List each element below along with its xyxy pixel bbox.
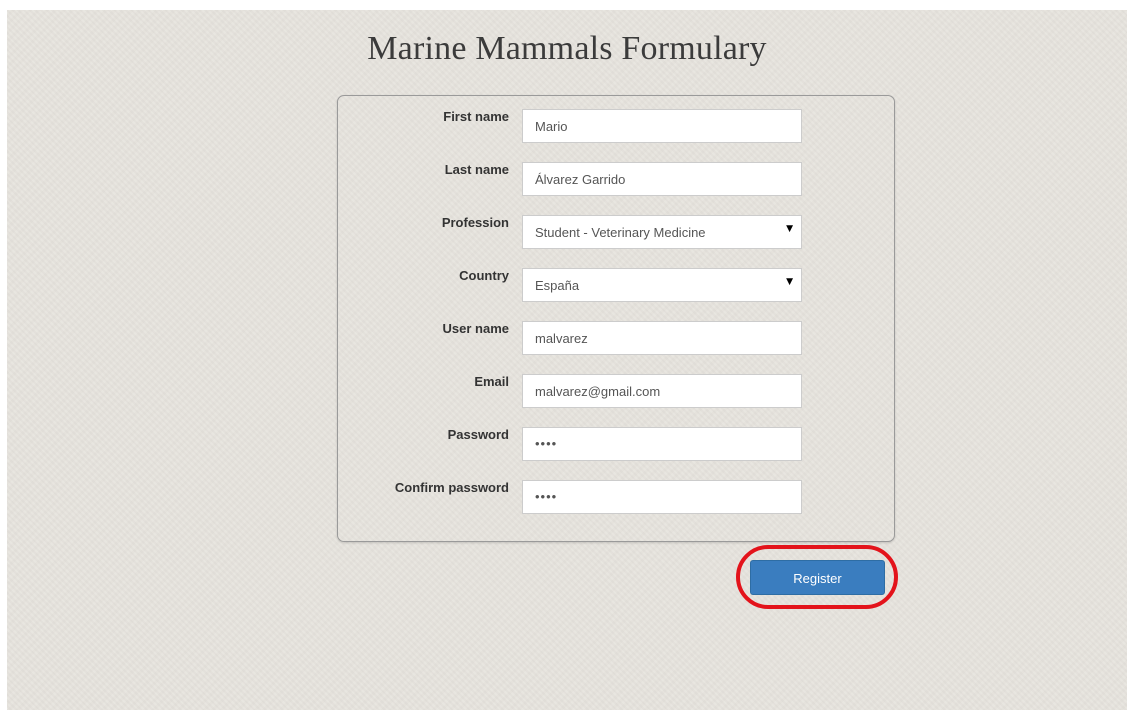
form-row-last-name: Last name Álvarez Garrido [338,162,894,198]
page-title: Marine Mammals Formulary [367,30,767,67]
form-row-confirm-password: Confirm password •••• [338,480,894,516]
last-name-input[interactable]: Álvarez Garrido [522,162,802,196]
last-name-label: Last name [444,162,509,177]
page-background: Marine Mammals Formulary First name Mari… [7,10,1127,710]
profession-selected-value: Student - Veterinary Medicine [535,225,706,240]
first-name-input[interactable]: Mario [522,109,802,143]
profession-select[interactable]: Student - Veterinary Medicine ▼ [522,215,802,249]
confirm-password-label: Confirm password [394,480,509,495]
country-select[interactable]: España ▼ [522,268,802,302]
email-label: Email [474,374,509,389]
password-label: Password [447,427,509,442]
highlight-circle-annotation [736,545,898,609]
registration-form: First name Mario Last name Álvarez Garri… [337,95,895,542]
country-label: Country [459,268,509,283]
form-row-password: Password •••• [338,427,894,463]
form-row-email: Email malvarez@gmail.com [338,374,894,410]
form-row-profession: Profession Student - Veterinary Medicine… [338,215,894,251]
password-input[interactable]: •••• [522,427,802,461]
form-row-country: Country España ▼ [338,268,894,304]
profession-label: Profession [441,215,509,230]
user-name-label: User name [442,321,509,336]
chevron-down-icon[interactable]: ▼ [786,224,793,234]
form-row-first-name: First name Mario [338,109,894,145]
email-input[interactable]: malvarez@gmail.com [522,374,802,408]
form-row-user-name: User name malvarez [338,321,894,357]
user-name-input[interactable]: malvarez [522,321,802,355]
chevron-down-icon[interactable]: ▼ [786,277,793,287]
country-selected-value: España [535,278,580,293]
first-name-label: First name [443,109,509,124]
confirm-password-input[interactable]: •••• [522,480,802,514]
